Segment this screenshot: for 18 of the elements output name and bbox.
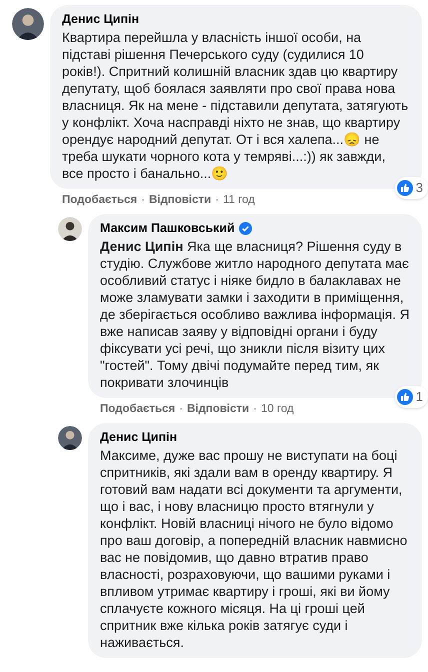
separator-dot: · <box>141 192 145 208</box>
like-link[interactable]: Подобається <box>62 192 138 209</box>
reaction-badge[interactable]: 1 <box>394 386 428 408</box>
separator-dot: · <box>179 402 183 417</box>
author-name[interactable]: Денис Ципін <box>100 428 178 447</box>
reaction-count: 3 <box>416 179 423 198</box>
separator-dot: · <box>253 402 257 417</box>
like-link[interactable]: Подобається <box>100 400 176 418</box>
reaction-count: 1 <box>416 388 423 406</box>
reply-link[interactable]: Відповісти <box>148 192 212 209</box>
comment-text: Максиме, дуже вас прошу не виступати на боці спритників, які здали вам в оренду квартиру. Я готовий вам надати всі документи та аргументи, що і вас, і нову власницю просто втягнули у конфлікт. Новій власниці нічого не було відомо про ваш договір, а попередній власник навмисно вас не повідомив, що давно втратив право власності, розраховуючи, що вашими руками і впливом утримає квартиру і гроші, які ви йому сплачуєте кожного місяця. На ці гроші цей спритник вже кілька років затягує суди і наживається. <box>100 446 408 651</box>
author-name[interactable]: Максим Пашковський <box>100 219 235 238</box>
comment-time[interactable]: 11 год <box>222 192 255 209</box>
comment-time[interactable]: 10 год <box>260 400 294 418</box>
separator-dot: · <box>215 192 219 208</box>
reaction-badge[interactable]: 3 <box>394 177 428 199</box>
reply-link[interactable]: Відповісти <box>186 400 250 418</box>
author-name[interactable]: Денис Ципін <box>62 10 140 29</box>
